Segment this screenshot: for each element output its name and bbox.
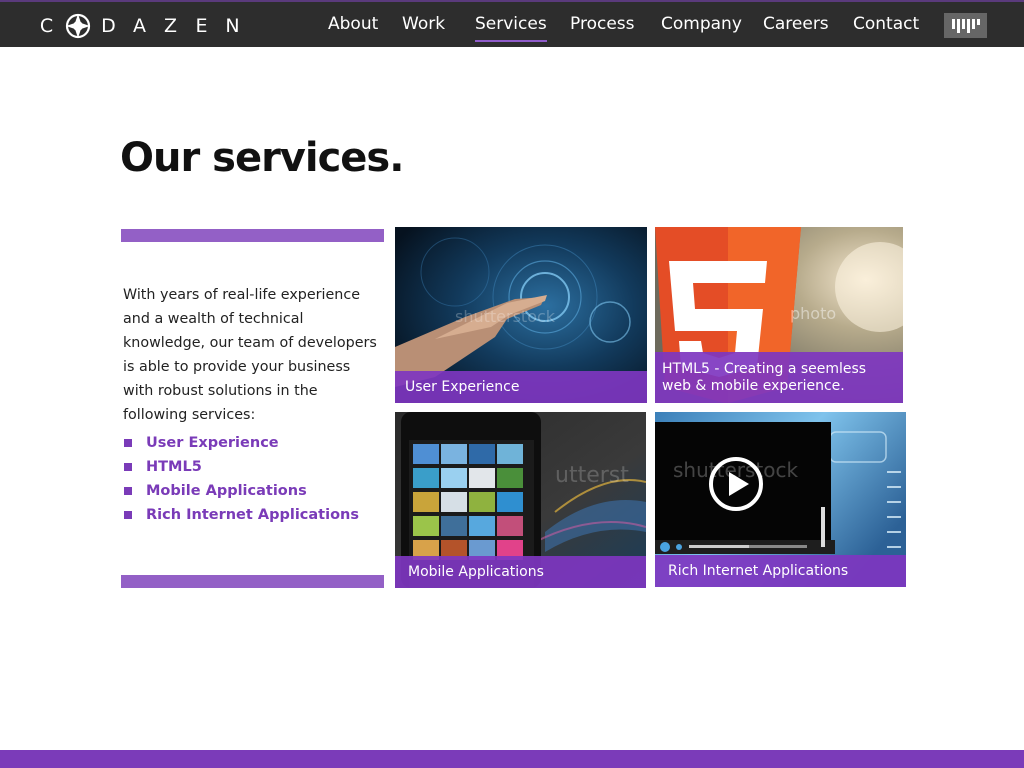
service-link-user-experience[interactable]: User Experience: [124, 432, 359, 456]
nav-careers[interactable]: Careers: [763, 14, 829, 34]
barcode-logo-icon[interactable]: [944, 13, 987, 38]
tile-mobile-applications[interactable]: utterst Mobile Applications: [395, 412, 646, 588]
service-label: Mobile Applications: [146, 483, 307, 499]
service-label: HTML5: [146, 459, 202, 475]
tile-rich-internet-applications[interactable]: shutterstock Rich Internet Applications: [655, 412, 906, 587]
svg-text:shutterstock: shutterstock: [455, 307, 556, 326]
footer-bar: [0, 750, 1024, 768]
service-link-html5[interactable]: HTML5: [124, 456, 359, 480]
top-navbar: C D A Z E N About Work Services Process …: [0, 0, 1024, 47]
tile-caption: HTML5 - Creating a seemless web & mobile…: [655, 352, 903, 403]
square-bullet-icon: [124, 439, 132, 447]
tile-user-experience[interactable]: shutterstock User Experience: [395, 227, 647, 403]
tile-html5[interactable]: photo HTML5 - Creating a seemless web & …: [655, 227, 903, 403]
service-link-rich-internet-applications[interactable]: Rich Internet Applications: [124, 504, 359, 528]
square-bullet-icon: [124, 511, 132, 519]
nav-about[interactable]: About: [328, 14, 378, 34]
service-label: User Experience: [146, 435, 279, 451]
square-bullet-icon: [124, 487, 132, 495]
logo-letter-a: A: [133, 15, 146, 37]
tile-caption: User Experience: [395, 371, 647, 403]
page-title: Our services.: [120, 135, 404, 181]
nav-contact[interactable]: Contact: [853, 14, 919, 34]
tile-caption: Mobile Applications: [395, 556, 646, 588]
service-link-mobile-applications[interactable]: Mobile Applications: [124, 480, 359, 504]
nav-company[interactable]: Company: [661, 14, 742, 34]
accent-bar-top: [121, 229, 384, 242]
logo-letter-n: N: [225, 15, 240, 37]
codazen-logo[interactable]: C D A Z E N: [31, 12, 248, 40]
service-label: Rich Internet Applications: [146, 507, 359, 523]
logo-compass-icon: [62, 13, 93, 39]
logo-letter-z: Z: [163, 15, 178, 37]
logo-letter-c: C: [39, 15, 54, 37]
nav-process[interactable]: Process: [570, 14, 635, 34]
accent-bar-bottom: [121, 575, 384, 588]
tile-caption: Rich Internet Applications: [655, 555, 906, 587]
logo-letter-e: E: [195, 15, 208, 37]
square-bullet-icon: [124, 463, 132, 471]
svg-text:photo: photo: [790, 304, 836, 323]
svg-text:utterst: utterst: [555, 463, 629, 488]
intro-text: With years of real-life experience and a…: [123, 287, 377, 423]
services-list: User Experience HTML5 Mobile Application…: [124, 432, 359, 528]
nav-services[interactable]: Services: [475, 14, 547, 42]
logo-letter-d: D: [101, 15, 116, 37]
nav-work[interactable]: Work: [402, 14, 445, 34]
